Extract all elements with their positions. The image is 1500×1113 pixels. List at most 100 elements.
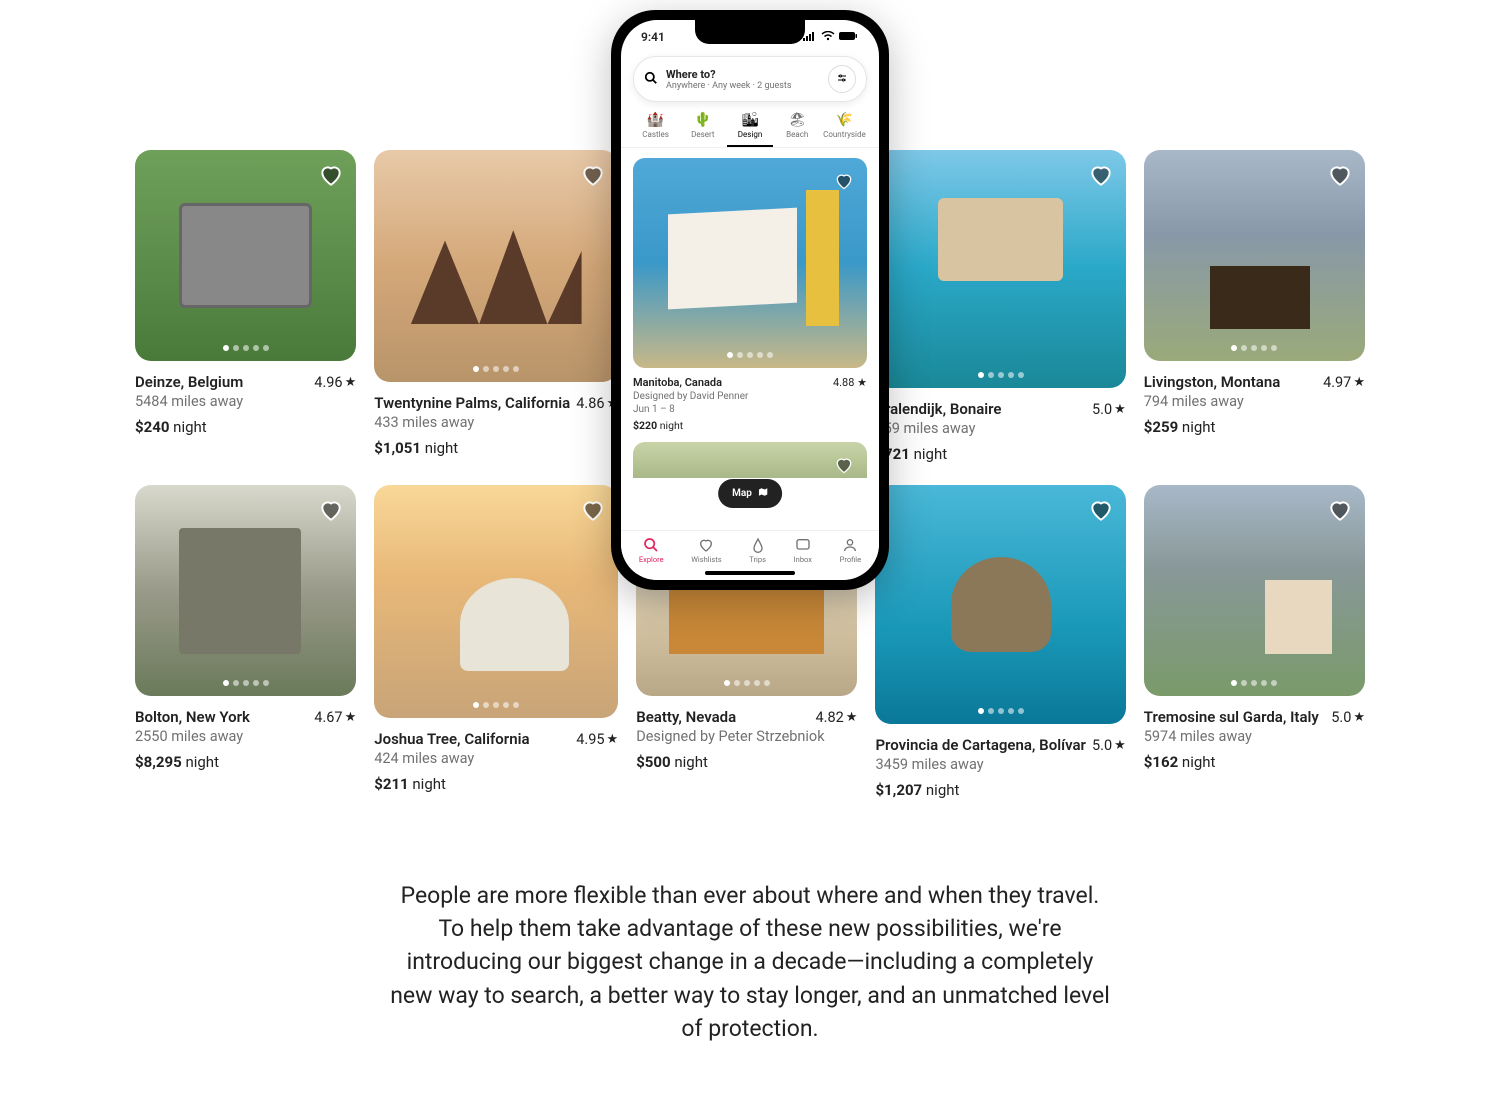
listing-image[interactable] <box>374 485 618 717</box>
listing-card[interactable]: Deinze, Belgium 4.96 ★ 5484 miles away $… <box>135 150 356 463</box>
star-icon: ★ <box>1353 710 1365 725</box>
tab-label: Explore <box>639 555 664 564</box>
listing-price: $1,051 night <box>374 439 618 457</box>
star-icon: ★ <box>345 710 357 725</box>
category-tab-design[interactable]: 🏙 Design <box>727 112 772 147</box>
phone-listing-image[interactable] <box>633 158 867 368</box>
search-title: Where to? <box>666 68 820 81</box>
phone-listing-dates: Jun 1 – 8 <box>633 404 867 415</box>
wishlist-heart-button[interactable] <box>1327 162 1353 188</box>
wishlist-heart-button[interactable] <box>580 162 606 188</box>
filter-button[interactable] <box>828 65 856 93</box>
map-label: Map <box>732 488 752 499</box>
listing-title: Deinze, Belgium <box>135 373 243 391</box>
listing-title: Twentynine Palms, California <box>374 394 570 412</box>
search-sub: Anywhere · Any week · 2 guests <box>666 81 820 91</box>
listing-price: $721 night <box>875 445 1125 463</box>
image-pagination-dots <box>1231 680 1277 686</box>
star-icon: ★ <box>846 710 858 725</box>
star-icon: ★ <box>607 732 619 747</box>
listing-title: Provincia de Cartagena, Bolívar <box>875 736 1086 754</box>
listing-card[interactable]: Joshua Tree, California 4.95 ★ 424 miles… <box>374 485 618 798</box>
phone-listing-title: Manitoba, Canada <box>633 376 722 389</box>
wishlist-heart-button[interactable] <box>1327 497 1353 523</box>
category-tab-castles[interactable]: 🏰 Castles <box>633 112 678 147</box>
tab-label: Trips <box>749 555 766 564</box>
tab-label: Wishlists <box>691 555 721 564</box>
signal-icon <box>803 30 817 44</box>
image-pagination-dots <box>223 680 269 686</box>
listing-subtitle: 794 miles away <box>1144 393 1365 410</box>
listing-rating: 4.95 ★ <box>576 731 618 748</box>
listing-subtitle: 5974 miles away <box>1144 728 1365 745</box>
listing-image[interactable] <box>135 150 356 361</box>
category-label: Design <box>738 130 762 139</box>
stage: Deinze, Belgium 4.96 ★ 5484 miles away $… <box>135 10 1365 799</box>
search-icon <box>643 537 659 553</box>
wishlist-heart-button[interactable] <box>318 162 344 188</box>
listing-title: Beatty, Nevada <box>636 708 736 726</box>
phone-listing-card[interactable]: Manitoba, Canada 4.88 ★ Designed by Davi… <box>633 158 867 432</box>
listing-image[interactable] <box>135 485 356 696</box>
category-label: Castles <box>642 130 669 139</box>
heart-icon <box>698 537 714 553</box>
wishlist-heart-button[interactable] <box>831 168 857 194</box>
star-icon: ★ <box>1114 402 1126 417</box>
listing-card[interactable]: Provincia de Cartagena, Bolívar 5.0 ★ 34… <box>875 485 1125 798</box>
filter-icon <box>836 72 848 87</box>
star-icon: ★ <box>1114 738 1126 753</box>
tab-explore[interactable]: Explore <box>639 537 664 564</box>
tab-profile[interactable]: Profile <box>840 537 861 564</box>
logo-icon <box>750 537 766 553</box>
listing-card[interactable]: Bolton, New York 4.67 ★ 2550 miles away … <box>135 485 356 798</box>
wishlist-heart-button[interactable] <box>580 497 606 523</box>
category-tab-desert[interactable]: 🌵 Desert <box>680 112 725 147</box>
listing-subtitle: 433 miles away <box>374 414 618 431</box>
image-pagination-dots <box>724 680 770 686</box>
listing-image[interactable] <box>875 485 1125 723</box>
listing-subtitle: 5484 miles away <box>135 393 356 410</box>
phone-listing-price: $220 night <box>633 419 867 432</box>
listing-rating: 4.82 ★ <box>816 709 858 726</box>
wishlist-heart-button[interactable] <box>831 452 857 478</box>
phone-screen: 9:41 Where to? <box>621 20 879 580</box>
category-tabs: 🏰 Castles🌵 Desert🏙 Design🏖 Beach🌾 Countr… <box>621 106 879 148</box>
phone-listing-image[interactable] <box>633 442 867 478</box>
listing-image[interactable] <box>875 150 1125 388</box>
tab-label: Profile <box>840 555 861 564</box>
listing-rating: 5.0 ★ <box>1092 401 1126 418</box>
phone-mockup: 9:41 Where to? <box>611 10 889 590</box>
listing-card[interactable]: Livingston, Montana 4.97 ★ 794 miles awa… <box>1144 150 1365 463</box>
listing-image[interactable] <box>1144 150 1365 361</box>
listing-subtitle: 424 miles away <box>374 750 618 767</box>
map-button[interactable]: Map <box>718 479 782 508</box>
listing-image[interactable] <box>1144 485 1365 696</box>
listing-title: Joshua Tree, California <box>374 730 529 748</box>
star-icon: ★ <box>1353 375 1365 390</box>
tab-inbox[interactable]: Inbox <box>794 537 812 564</box>
category-tab-beach[interactable]: 🏖 Beach <box>775 112 820 147</box>
tab-wishlists[interactable]: Wishlists <box>691 537 721 564</box>
search-bar[interactable]: Where to? Anywhere · Any week · 2 guests <box>633 56 867 102</box>
listing-price: $1,207 night <box>875 781 1125 799</box>
wishlist-heart-button[interactable] <box>1088 497 1114 523</box>
listing-rating: 5.0 ★ <box>1331 709 1365 726</box>
listing-subtitle: 2550 miles away <box>135 728 356 745</box>
listing-price: $8,295 night <box>135 753 356 771</box>
image-pagination-dots <box>473 366 519 372</box>
listing-card[interactable]: Twentynine Palms, California 4.86 ★ 433 … <box>374 150 618 463</box>
wishlist-heart-button[interactable] <box>318 497 344 523</box>
category-icon: 🏙 <box>741 112 759 128</box>
battery-icon <box>839 30 859 44</box>
tab-trips[interactable]: Trips <box>749 537 766 564</box>
wishlist-heart-button[interactable] <box>1088 162 1114 188</box>
phone-listing-card[interactable] <box>633 442 867 478</box>
category-tab-countryside[interactable]: 🌾 Countryside <box>822 112 867 147</box>
listing-card[interactable]: Tremosine sul Garda, Italy 5.0 ★ 5974 mi… <box>1144 485 1365 798</box>
listing-image[interactable] <box>374 150 618 382</box>
category-label: Desert <box>691 130 714 139</box>
listing-subtitle: 159 miles away <box>875 420 1125 437</box>
phone-listing-scroll[interactable]: Manitoba, Canada 4.88 ★ Designed by Davi… <box>621 148 879 580</box>
listing-card[interactable]: Kralendijk, Bonaire 5.0 ★ 159 miles away… <box>875 150 1125 463</box>
listing-title: Livingston, Montana <box>1144 373 1281 391</box>
